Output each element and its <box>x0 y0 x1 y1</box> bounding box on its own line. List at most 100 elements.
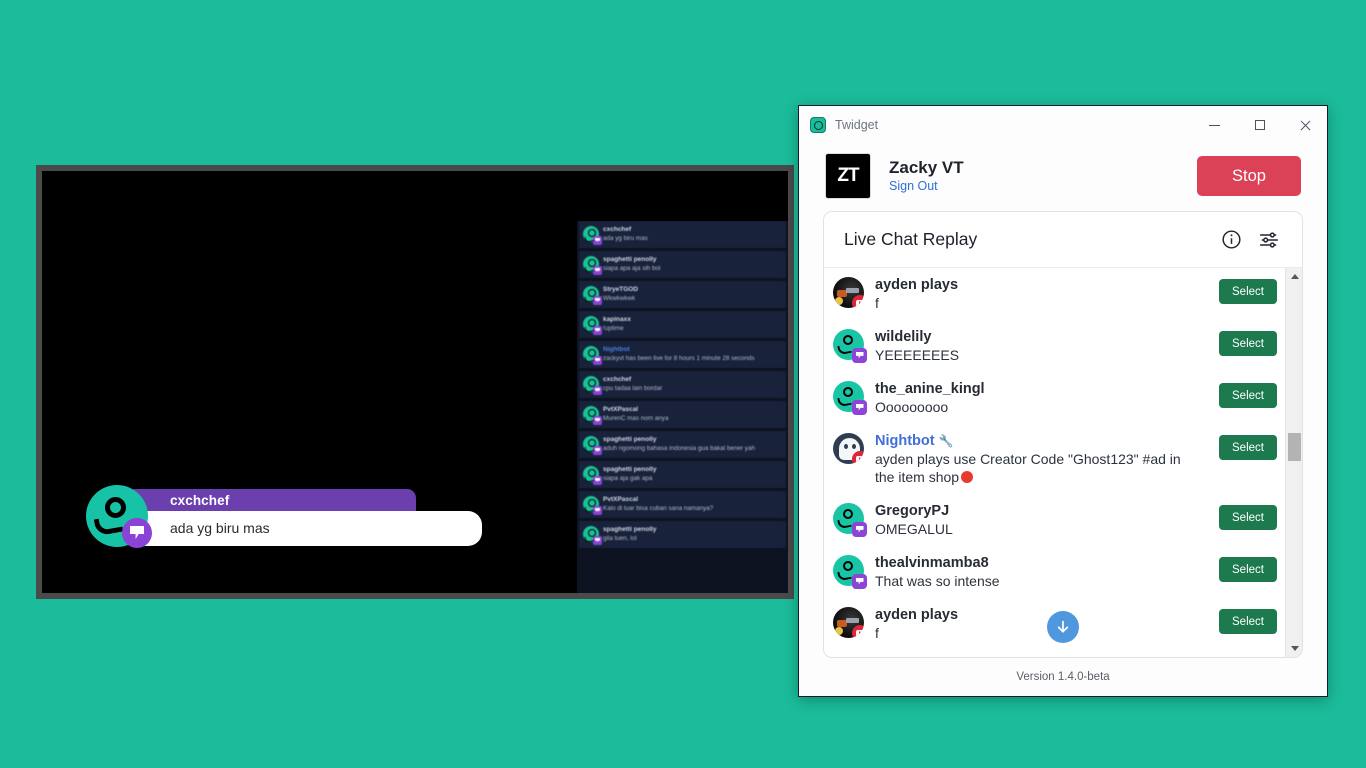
stream-chat-message: MurenC mas nom anya <box>603 415 669 422</box>
stream-chat-row: cxchchef ada yg biru mas <box>579 221 786 248</box>
sliders-icon[interactable] <box>1258 230 1280 250</box>
window-title: Twidget <box>835 118 879 132</box>
chat-username: GregoryPJ <box>875 503 950 519</box>
twitch-icon <box>593 266 602 275</box>
stream-chat-row: kapinaxx !uptime <box>579 311 786 338</box>
scroll-to-bottom-button[interactable] <box>1047 611 1079 643</box>
live-chat-card: Live Chat Replay ayden plays f Select wi… <box>823 211 1303 658</box>
twitch-icon <box>593 386 602 395</box>
minimize-icon <box>1209 124 1220 126</box>
twitch-icon <box>593 356 602 365</box>
avatar <box>583 526 602 545</box>
stream-preview-panel: cxchchef ada yg biru mas spaghetti penol… <box>36 165 794 599</box>
stream-chat-row: spaghetti penolly siapa aja gak apa <box>579 461 786 488</box>
stream-chat-row: StryeTGOD Wkwkwkwk <box>579 281 786 308</box>
scroll-down-arrow-icon[interactable] <box>1286 640 1302 657</box>
maximize-button[interactable] <box>1237 106 1282 144</box>
maximize-icon <box>1254 120 1265 130</box>
window-titlebar[interactable]: Twidget <box>799 106 1327 144</box>
select-button[interactable]: Select <box>1219 331 1277 356</box>
overlay-username: cxchchef <box>126 488 416 513</box>
twitch-icon <box>593 326 602 335</box>
stream-chat-row: PvtXPascal MurenC mas nom anya <box>579 401 786 428</box>
select-button[interactable]: Select <box>1219 279 1277 304</box>
twidget-logo-icon <box>810 117 826 133</box>
chat-message-row: wildelily YEEEEEEES Select <box>824 320 1285 372</box>
chat-panel-title: Live Chat Replay <box>844 229 978 249</box>
chat-message-row-partial <box>824 650 1285 657</box>
chat-message-list[interactable]: ayden plays f Select wildelily YEEEEEEES… <box>824 268 1285 657</box>
stream-chat-user: spaghetti penolly <box>603 466 657 473</box>
twitch-icon <box>593 416 602 425</box>
select-button[interactable]: Select <box>1219 609 1277 634</box>
twitch-icon <box>852 574 867 589</box>
avatar <box>583 316 602 335</box>
stream-chat-row: Nightbot zackyvt has been live for 8 hou… <box>579 341 786 368</box>
avatar <box>833 381 867 415</box>
chat-message-text: f <box>875 625 879 641</box>
stream-chat-message: cpu tadaa lain bordar <box>603 385 663 392</box>
twitch-icon <box>593 536 602 545</box>
select-button[interactable]: Select <box>1219 505 1277 530</box>
stream-chat-sidebar: cxchchef ada yg biru mas spaghetti penol… <box>577 221 788 593</box>
red-circle-emoji <box>961 471 974 483</box>
minimize-button[interactable] <box>1192 106 1237 144</box>
profile-header: ZT Zacky VT Sign Out Stop <box>799 144 1327 211</box>
chat-message-text: That was so intense <box>875 573 1000 589</box>
avatar <box>583 286 602 305</box>
avatar <box>583 466 602 485</box>
stop-button[interactable]: Stop <box>1197 156 1301 196</box>
chat-username: ayden plays <box>875 607 959 623</box>
stream-chat-row: cxchchef cpu tadaa lain bordar <box>579 371 786 398</box>
avatar <box>583 406 602 425</box>
chat-message-row: the_anine_kingl Ooooooooo Select <box>824 372 1285 424</box>
avatar <box>833 607 864 638</box>
chat-panel-header: Live Chat Replay <box>824 212 1302 268</box>
chat-scrollbar[interactable] <box>1285 268 1302 657</box>
chat-username: wildelily <box>875 329 932 345</box>
overlay-avatar <box>86 485 152 548</box>
stream-chat-message: siapa aja gak apa <box>603 475 653 482</box>
stream-chat-message: gila tuen, lol <box>603 535 637 542</box>
version-footer: Version 1.4.0-beta <box>1016 671 1110 683</box>
select-button[interactable]: Select <box>1219 557 1277 582</box>
stream-chat-user: kapinaxx <box>603 316 631 323</box>
twitch-icon <box>852 522 867 537</box>
select-button[interactable]: Select <box>1219 383 1277 408</box>
select-button[interactable]: Select <box>1219 435 1277 460</box>
chat-message-row: Nightbot 🔧 ayden plays use Creator Code … <box>824 424 1285 494</box>
stream-chat-user: PvtXPascal <box>603 496 639 503</box>
stream-chat-row: spaghetti penolly aduh ngomong bahasa in… <box>579 431 786 458</box>
chat-username-text: Nightbot <box>875 433 935 449</box>
chat-message-body: ayden plays use Creator Code "Ghost123" … <box>875 451 1181 485</box>
twitch-icon <box>593 446 602 455</box>
avatar <box>583 226 602 245</box>
info-circle-icon[interactable] <box>1221 229 1242 250</box>
stream-chat-user: StryeTGOD <box>603 286 639 293</box>
profile-display-name: Zacky VT <box>889 157 964 177</box>
sign-out-link[interactable]: Sign Out <box>889 178 964 195</box>
chat-message-row: thealvinmamba8 That was so intense Selec… <box>824 546 1285 598</box>
stream-chat-message: siapa apa aja sih bol <box>603 265 661 272</box>
avatar <box>583 436 602 455</box>
stream-chat-user: Nightbot <box>603 346 630 353</box>
arrow-down-icon <box>1057 620 1069 633</box>
avatar <box>583 346 602 365</box>
stream-chat-message: Kalo di luar bisa cuban sana namanya? <box>603 505 714 512</box>
stream-chat-row: spaghetti penolly gila tuen, lol <box>579 521 786 548</box>
close-button[interactable] <box>1282 106 1327 144</box>
stream-chat-message: zackyvt has been live for 8 hours 1 minu… <box>603 355 755 362</box>
avatar <box>833 329 867 363</box>
scroll-up-arrow-icon[interactable] <box>1286 268 1302 285</box>
stream-chat-message: Wkwkwkwk <box>603 295 636 302</box>
avatar <box>833 433 864 464</box>
chat-username: the_anine_kingl <box>875 381 985 397</box>
avatar <box>583 496 602 515</box>
twitch-icon <box>852 400 867 415</box>
overlay-message: ada yg biru mas <box>126 510 482 546</box>
scrollbar-thumb[interactable] <box>1288 433 1301 461</box>
avatar <box>583 376 602 395</box>
chat-message-text: YEEEEEEES <box>875 347 960 363</box>
stream-chat-message: ada yg biru mas <box>603 235 648 242</box>
chat-message-text: Ooooooooo <box>875 399 949 415</box>
